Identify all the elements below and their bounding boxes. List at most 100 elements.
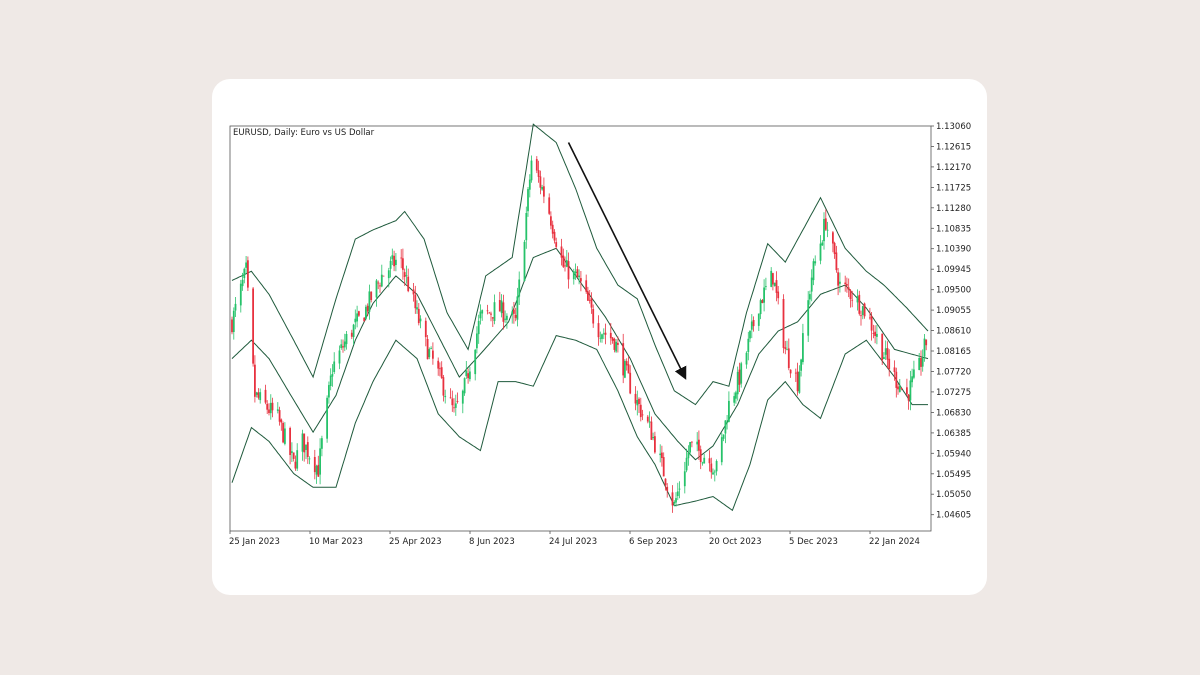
candle-body [580,278,582,282]
candle-body [837,272,839,286]
candle-body [671,492,674,506]
candle-body [648,421,651,423]
candle [453,398,455,413]
candle [338,345,341,370]
candle-body [416,307,418,310]
candle [860,310,862,326]
candle-body [308,458,311,460]
candle-body [527,189,529,212]
candle-body [925,339,928,346]
candle [858,290,861,316]
candle [728,391,730,423]
x-tick-label: 20 Oct 2023 [709,537,762,547]
candle-body [375,280,378,298]
candle-body [574,271,577,273]
candle [683,461,686,494]
candle [920,350,922,376]
candle [541,184,543,191]
candle-body [883,357,885,359]
candle-body [301,433,304,452]
candle-body [419,318,422,322]
candle [810,269,813,302]
candle [331,364,334,387]
candle-body [870,316,873,331]
candle-body [329,375,332,386]
candle [308,456,311,465]
candle [315,464,318,484]
candle [488,311,491,314]
candle [590,292,593,314]
candle [350,329,353,340]
candle [454,394,457,416]
candle [738,362,741,392]
candle [824,209,827,231]
candle [835,245,838,273]
candle-body [745,352,748,365]
candle [777,286,780,305]
bollinger-bands [231,123,929,512]
candle [749,330,751,343]
candle [872,324,875,339]
candle-body [872,333,875,334]
candle-body [513,309,515,314]
candle [490,311,492,322]
candle [814,255,817,266]
candle [340,339,343,350]
candle-body [664,478,667,486]
candle-body [444,395,447,398]
candle [343,333,346,352]
candle-body [331,374,334,377]
candle-body [821,242,824,246]
candle-body [733,396,736,403]
candle [232,307,235,340]
candle-body [259,392,262,401]
candle-body [622,343,625,376]
candle [666,483,669,498]
candle [476,326,478,354]
candle-body [241,279,244,287]
candle-body [469,371,471,380]
candle-body [650,421,653,440]
candle [380,264,383,288]
candle [708,450,711,472]
candle [750,314,753,339]
candle [639,397,642,422]
candle-body [553,231,556,241]
candle-body [428,349,431,358]
y-tick-label: 1.04605 [936,511,971,521]
candle [662,452,665,477]
candle-body [486,310,489,312]
candle [565,250,568,268]
candle-body [728,400,730,422]
candle-body [389,260,392,269]
candle [527,187,529,217]
candle-body [454,403,457,408]
candle [907,394,910,410]
candle [634,386,637,411]
candle-body [750,321,753,330]
candle-body [683,471,686,487]
candle [562,248,565,268]
candle [567,252,570,289]
candle-body [863,303,866,317]
candle-body [851,299,854,301]
candle [400,249,403,269]
candle-body [551,224,554,234]
candle [650,416,653,440]
candle [789,369,792,378]
candle-body [812,261,815,281]
candle [745,351,748,369]
candle [243,267,246,284]
candle-body [757,313,760,326]
candle-body [708,458,711,464]
candle-body [541,187,543,190]
candle-body [858,294,861,314]
y-tick-label: 1.12615 [936,143,971,153]
candle-body [296,450,299,469]
candle [491,317,494,327]
candle-body [516,296,519,320]
candle [715,459,718,476]
candle-body [713,471,716,473]
candle-body [876,333,878,337]
candle [437,357,440,376]
